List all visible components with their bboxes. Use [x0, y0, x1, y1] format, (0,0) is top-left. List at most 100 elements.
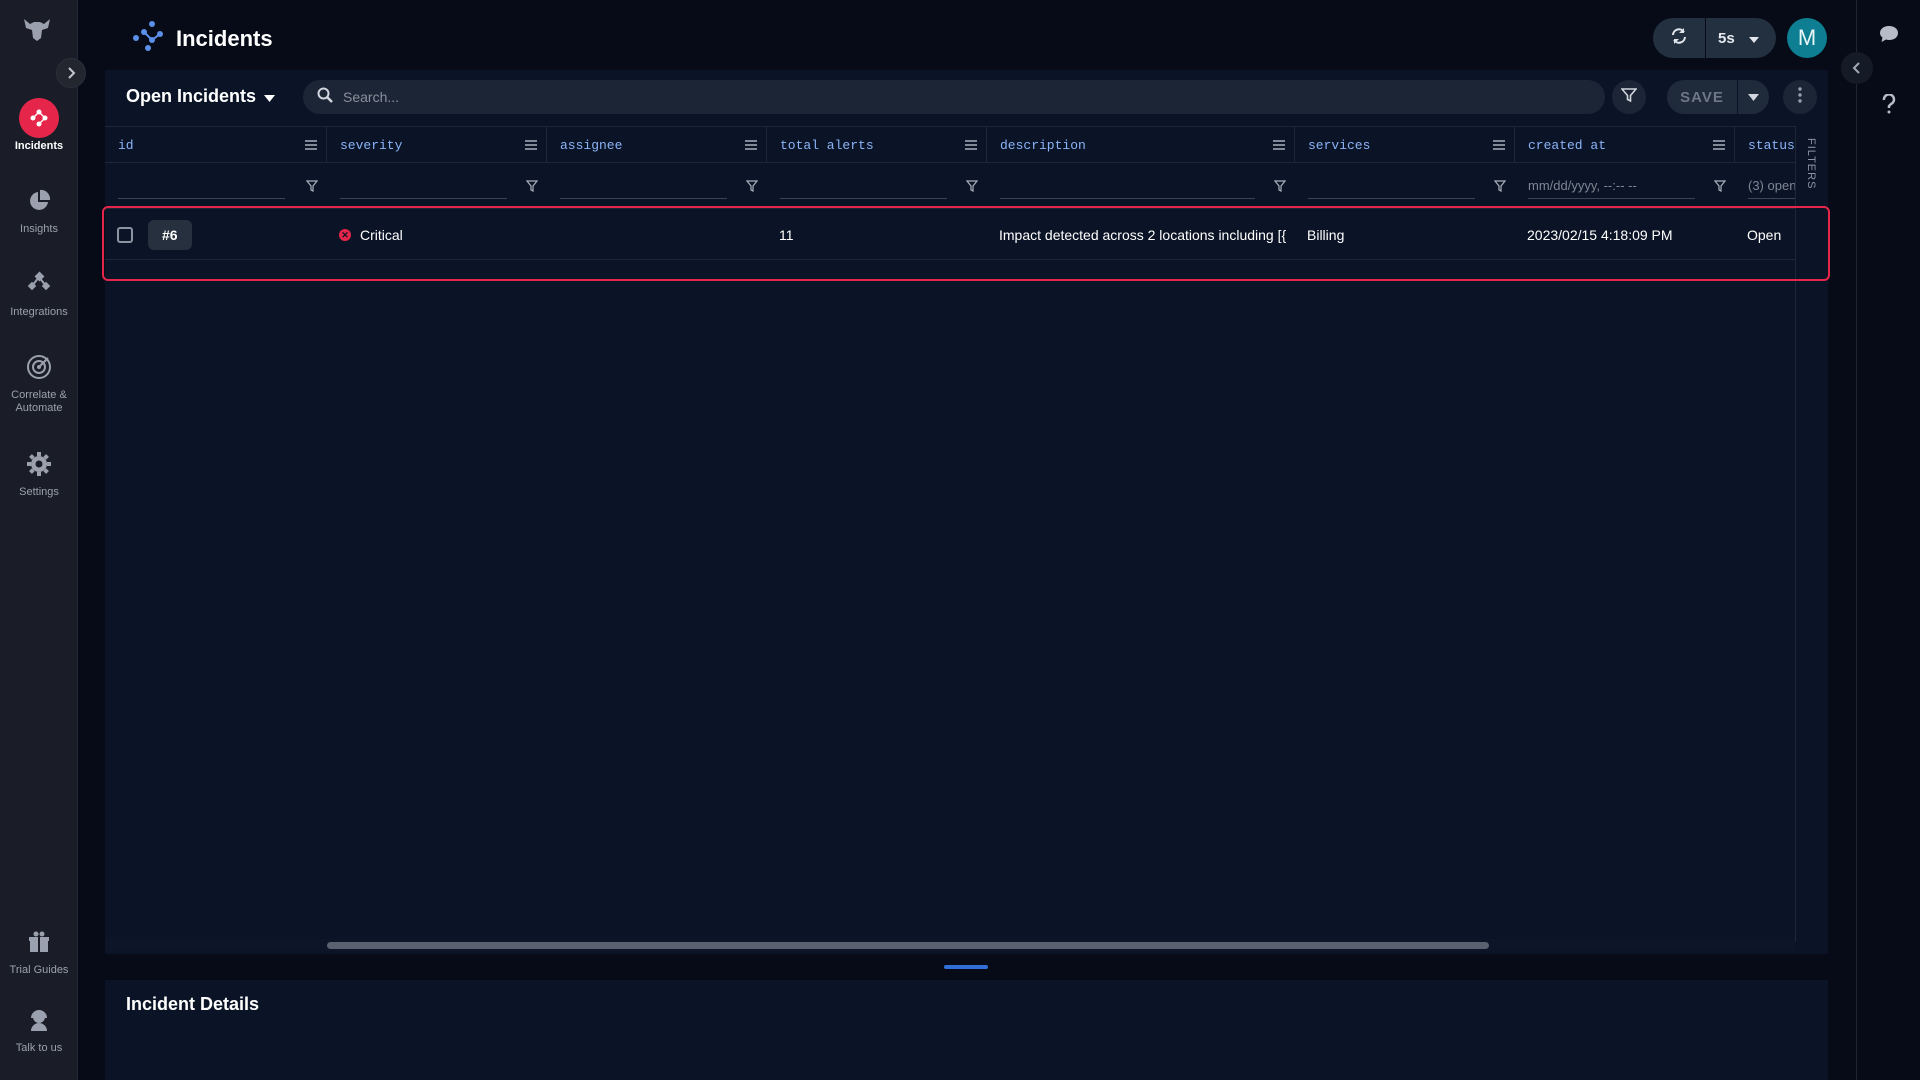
sidebar-item-label: Integrations — [10, 306, 68, 318]
cell-severity: ✕ Critical — [339, 210, 403, 260]
column-header-status[interactable]: status — [1735, 127, 1795, 163]
horizontal-scrollbar[interactable] — [105, 939, 1795, 951]
filter-button[interactable] — [1612, 80, 1646, 114]
view-select[interactable]: Open Incidents — [126, 86, 276, 107]
column-header-assignee[interactable]: assignee — [547, 127, 767, 163]
column-header-severity[interactable]: severity — [327, 127, 547, 163]
sidebar-item-incidents[interactable]: Incidents — [0, 98, 78, 153]
sidebar-item-talk-to-us[interactable]: Talk to us — [0, 1000, 78, 1055]
chat-icon[interactable] — [1877, 22, 1901, 46]
sidebar-item-settings[interactable]: Settings — [0, 444, 78, 499]
right-rail — [1841, 0, 1920, 1080]
funnel-icon[interactable] — [957, 180, 987, 192]
column-menu-icon[interactable] — [1484, 140, 1514, 150]
column-menu-icon[interactable] — [1264, 140, 1294, 150]
filter-cell-status: (3) open — [1735, 163, 1795, 209]
column-header-label: id — [118, 137, 134, 153]
save-options-button[interactable] — [1737, 80, 1769, 114]
refresh-interval-select[interactable]: 5s — [1706, 18, 1776, 58]
funnel-icon[interactable] — [297, 180, 327, 192]
cell-id: #6 — [148, 210, 192, 260]
support-icon — [19, 1000, 59, 1040]
funnel-icon[interactable] — [1485, 180, 1515, 192]
incidents-panel: Open Incidents SAVE — [105, 70, 1828, 954]
user-avatar[interactable]: M — [1787, 18, 1827, 58]
more-options-button[interactable] — [1783, 80, 1817, 114]
sidebar-item-insights[interactable]: Insights — [0, 181, 78, 236]
filter-cell-id — [105, 163, 327, 209]
severity-label: Critical — [360, 227, 403, 243]
sidebar-item-label: Settings — [19, 486, 59, 498]
column-menu-icon[interactable] — [956, 140, 986, 150]
integrations-icon — [19, 264, 59, 304]
save-button[interactable]: SAVE — [1667, 80, 1737, 114]
filter-input-status[interactable]: (3) open — [1748, 173, 1795, 199]
sidebar-item-trial-guides[interactable]: Trial Guides — [0, 922, 78, 977]
table-row[interactable]: #6 ✕ Critical 11 Impact detected across … — [105, 210, 1795, 260]
funnel-icon[interactable] — [517, 180, 547, 192]
funnel-icon[interactable] — [1705, 180, 1735, 192]
refresh-button[interactable] — [1653, 18, 1705, 58]
sidebar-item-integrations[interactable]: Integrations — [0, 264, 78, 319]
sidebar-item-label: Talk to us — [15, 1042, 63, 1054]
filter-cell-services — [1295, 163, 1515, 209]
funnel-icon — [1620, 87, 1638, 108]
column-menu-icon[interactable] — [1704, 140, 1734, 150]
row-checkbox[interactable] — [117, 227, 133, 243]
column-header-label: status — [1748, 137, 1795, 153]
column-header-total-alerts[interactable]: total alerts — [767, 127, 987, 163]
right-panel-toggle-button[interactable] — [1841, 52, 1873, 84]
incident-id-chip[interactable]: #6 — [148, 220, 192, 250]
column-header-description[interactable]: description — [987, 127, 1295, 163]
incidents-icon — [19, 98, 59, 138]
filter-input-id[interactable] — [118, 173, 285, 199]
filter-input-assignee[interactable] — [560, 173, 727, 199]
column-menu-icon[interactable] — [516, 140, 546, 150]
page-title: Incidents — [176, 25, 273, 51]
cell-total-alerts: 11 — [779, 227, 794, 243]
sidebar-item-label: Correlate & Automate — [11, 389, 67, 414]
funnel-icon[interactable] — [737, 180, 767, 192]
filter-input-created-at[interactable]: mm/dd/yyyy, --:-- -- — [1528, 173, 1695, 199]
incidents-toolbar: Open Incidents SAVE — [105, 70, 1828, 126]
panel-resize-handle[interactable] — [944, 965, 988, 969]
row-checkbox-cell — [117, 210, 133, 260]
help-icon[interactable] — [1877, 92, 1901, 116]
filter-input-severity[interactable] — [340, 173, 507, 199]
refresh-interval-value: 5s — [1718, 29, 1735, 47]
column-header-id[interactable]: id — [105, 127, 327, 163]
caret-down-icon — [264, 86, 276, 107]
cell-services: Billing — [1307, 227, 1345, 243]
sidebar-item-correlate-automate[interactable]: Correlate & Automate — [0, 347, 78, 415]
gift-icon — [19, 922, 59, 962]
kebab-menu-icon — [1798, 86, 1802, 108]
incident-details-panel: Incident Details — [105, 980, 1828, 1080]
incident-details-title: Incident Details — [126, 994, 260, 1014]
horizontal-scrollbar-thumb[interactable] — [327, 942, 1489, 949]
page-header: Incidents — [130, 18, 273, 59]
target-icon — [19, 347, 59, 387]
filter-cell-total-alerts — [767, 163, 987, 209]
filter-cell-assignee — [547, 163, 767, 209]
column-header-label: services — [1308, 137, 1371, 153]
filter-input-description[interactable] — [1000, 173, 1255, 199]
search-bar — [303, 80, 1605, 114]
search-input[interactable] — [343, 89, 1543, 105]
keep-logo-icon[interactable] — [22, 16, 52, 42]
column-header-label: total alerts — [780, 137, 874, 153]
table-header-row: id severity assignee total alerts descri… — [105, 127, 1795, 163]
sidebar-expand-button[interactable] — [56, 58, 86, 88]
column-header-label: severity — [340, 137, 403, 153]
funnel-icon[interactable] — [1265, 180, 1295, 192]
filters-side-panel: FILTERS — [1795, 126, 1828, 942]
column-menu-icon[interactable] — [296, 140, 326, 150]
column-header-services[interactable]: services — [1295, 127, 1515, 163]
filters-side-label[interactable]: FILTERS — [1805, 138, 1817, 189]
column-menu-icon[interactable] — [736, 140, 766, 150]
filter-input-services[interactable] — [1308, 173, 1475, 199]
left-sidebar: Incidents Insights Integrations Correlat… — [0, 0, 86, 1080]
filter-input-total-alerts[interactable] — [780, 173, 947, 199]
column-header-created-at[interactable]: created at — [1515, 127, 1735, 163]
column-header-label: created at — [1528, 137, 1607, 153]
search-icon — [317, 87, 333, 108]
